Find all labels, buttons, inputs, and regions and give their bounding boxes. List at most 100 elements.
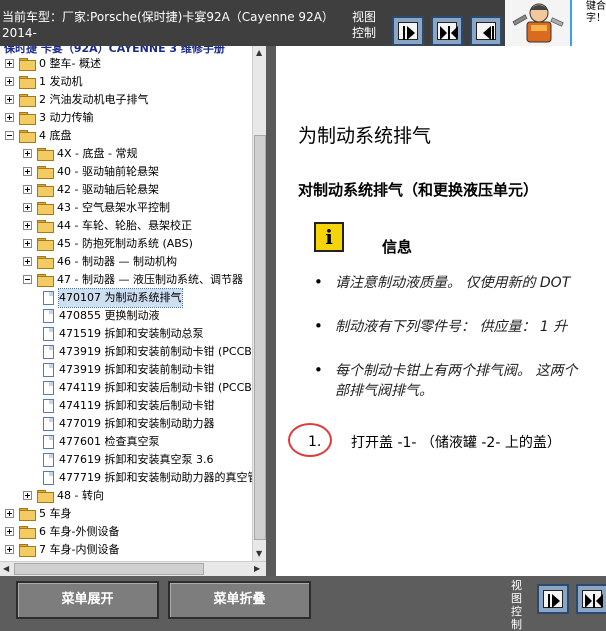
tree-folder-item[interactable]: 7 车身-内侧设备: [0, 541, 252, 559]
menu-expand-button[interactable]: 菜单展开: [16, 581, 159, 619]
expand-plus-icon[interactable]: [23, 491, 32, 500]
tree-horizontal-scrollbar[interactable]: ◀ ▶: [0, 561, 266, 576]
horizontal-scroll-thumb[interactable]: [14, 563, 204, 575]
expand-plus-icon[interactable]: [23, 149, 32, 158]
folder-icon: [37, 202, 54, 215]
document-icon: [43, 345, 54, 359]
tree-document-item[interactable]: 474119 拆卸和安装后制动卡钳 (PCCB): [0, 379, 252, 397]
expand-plus-icon[interactable]: [23, 239, 32, 248]
folder-icon: [19, 112, 36, 125]
expand-plus-icon[interactable]: [5, 509, 14, 518]
menu-collapse-button[interactable]: 菜单折叠: [168, 581, 311, 619]
expand-plus-icon[interactable]: [5, 545, 14, 554]
tree-folder-item[interactable]: 6 车身-外侧设备: [0, 523, 252, 541]
previous-view-button[interactable]: [470, 16, 502, 46]
tree-document-item[interactable]: 474119 拆卸和安装后制动卡钳: [0, 397, 252, 415]
scroll-down-icon[interactable]: ▼: [256, 549, 262, 558]
panel-divider[interactable]: [266, 46, 276, 576]
tree-folder-item[interactable]: 47 - 制动器 — 液压制动系统、调节器: [0, 271, 252, 289]
expand-plus-icon[interactable]: [5, 527, 14, 536]
split-view-button[interactable]: [431, 16, 463, 46]
split-arrows-icon: [440, 26, 458, 40]
tree-folder-item[interactable]: 43 - 空气悬架水平控制: [0, 199, 252, 217]
expand-plus-icon[interactable]: [5, 77, 14, 86]
arrow-right-icon: [548, 594, 560, 608]
scroll-left-icon[interactable]: ◀: [3, 564, 9, 573]
tree-item-label: 477719 拆卸和安装制动助力器的真空管: [59, 471, 252, 484]
tree-item-label: 44 - 车轮、轮胎、悬架校正: [57, 219, 192, 232]
bullet-dot-icon: •: [314, 273, 323, 291]
expand-plus-icon[interactable]: [23, 203, 32, 212]
collapse-minus-icon[interactable]: [23, 275, 32, 284]
tree-folder-item[interactable]: 45 - 防抱死制动系统 (ABS): [0, 235, 252, 253]
scroll-up-icon[interactable]: ▲: [256, 48, 262, 57]
folder-icon: [37, 274, 54, 287]
expand-plus-icon[interactable]: [23, 221, 32, 230]
document-icon: [43, 453, 54, 467]
tree-document-item[interactable]: 471519 拆卸和安装制动总泵: [0, 325, 252, 343]
tree-document-item[interactable]: 470855 更换制动液: [0, 307, 252, 325]
tree-document-item[interactable]: 477719 拆卸和安装制动助力器的真空管: [0, 469, 252, 487]
document-icon: [43, 327, 54, 341]
tree-item-label: 473919 拆卸和安装前制动卡钳 (PCCB): [59, 345, 252, 358]
tree-item-label: 471519 拆卸和安装制动总泵: [59, 327, 204, 340]
folder-icon: [37, 166, 54, 179]
tree-document-item[interactable]: 477601 检查真空泵: [0, 433, 252, 451]
folder-icon: [37, 220, 54, 233]
folder-icon: [19, 526, 36, 539]
folder-icon: [37, 238, 54, 251]
tree-folder-item[interactable]: 2 汽油发动机电子排气: [0, 91, 252, 109]
tree-folder-item[interactable]: 44 - 车轮、轮胎、悬架校正: [0, 217, 252, 235]
tree-item-label: 2 汽油发动机电子排气: [39, 93, 149, 106]
tree-folder-item[interactable]: 4 底盘: [0, 127, 252, 145]
next-view-button[interactable]: [392, 16, 424, 46]
document-icon: [43, 471, 54, 485]
tree-item-label: 46 - 制动器 — 制动机构: [57, 255, 177, 268]
tree-folder-item[interactable]: 46 - 制动器 — 制动机构: [0, 253, 252, 271]
tree-folder-item[interactable]: 1 发动机: [0, 73, 252, 91]
tree-folder-item[interactable]: 5 车身: [0, 505, 252, 523]
expand-plus-icon[interactable]: [5, 59, 14, 68]
document-icon: [43, 417, 54, 431]
expand-plus-icon[interactable]: [23, 167, 32, 176]
bottom-bar: 菜单展开 菜单折叠 视图控制: [0, 576, 606, 631]
expand-plus-icon[interactable]: [5, 113, 14, 122]
vertical-scroll-thumb[interactable]: [254, 135, 266, 540]
tree-document-item[interactable]: 473919 拆卸和安装前制动卡钳: [0, 361, 252, 379]
tree-item-label: 3 动力传输: [39, 111, 94, 124]
folder-icon: [37, 256, 54, 269]
tree-document-item[interactable]: 473919 拆卸和安装前制动卡钳 (PCCB): [0, 343, 252, 361]
collapse-minus-icon[interactable]: [5, 131, 14, 140]
folder-icon: [19, 94, 36, 107]
next-view-button-bottom[interactable]: [537, 584, 569, 614]
view-control-label: 视图控制: [352, 10, 377, 40]
tree-folder-item[interactable]: 40 - 驱动轴前轮悬架: [0, 163, 252, 181]
info-heading: 信息: [382, 238, 413, 256]
expand-plus-icon[interactable]: [23, 257, 32, 266]
document-icon: [43, 291, 54, 305]
tree-document-item[interactable]: 470107 为制动系统排气: [0, 288, 252, 308]
expand-plus-icon[interactable]: [23, 185, 32, 194]
scroll-right-icon[interactable]: ▶: [254, 564, 260, 573]
info-icon: i: [314, 222, 344, 252]
view-control-label-bottom: 视图控制: [511, 579, 522, 631]
bullet-dot-icon: •: [314, 361, 323, 379]
tree-folder-item[interactable]: 3 动力传输: [0, 109, 252, 127]
info-bullet-3-line-1: 每个制动卡钳上有两个排气阀。 这两个: [335, 363, 578, 379]
step-instruction: 打开盖 -1- （储液罐 -2- 上的盖）: [351, 435, 561, 451]
tree-folder-item[interactable]: 42 - 驱动轴后轮悬架: [0, 181, 252, 199]
tree-document-item[interactable]: 477019 拆卸和安装制动助力器: [0, 415, 252, 433]
folder-icon: [19, 130, 36, 143]
tree-folder-item[interactable]: 48 - 转向: [0, 487, 252, 505]
document-icon: [43, 381, 54, 395]
tree-document-item[interactable]: 477619 拆卸和安装真空泵 3.6: [0, 451, 252, 469]
tree-item-label: 477019 拆卸和安装制动助力器: [59, 417, 215, 430]
split-view-button-bottom[interactable]: [576, 584, 606, 614]
tree-folder-item[interactable]: 0 整车- 概述: [0, 55, 252, 73]
tree-vertical-scrollbar[interactable]: ▲ ▼: [252, 46, 267, 562]
tree-folder-item[interactable]: 4X - 底盘 - 常规: [0, 145, 252, 163]
folder-icon: [37, 490, 54, 503]
folder-icon: [37, 184, 54, 197]
document-subtitle: 对制动系统排气（和更换液压单元）: [298, 181, 539, 199]
expand-plus-icon[interactable]: [5, 95, 14, 104]
